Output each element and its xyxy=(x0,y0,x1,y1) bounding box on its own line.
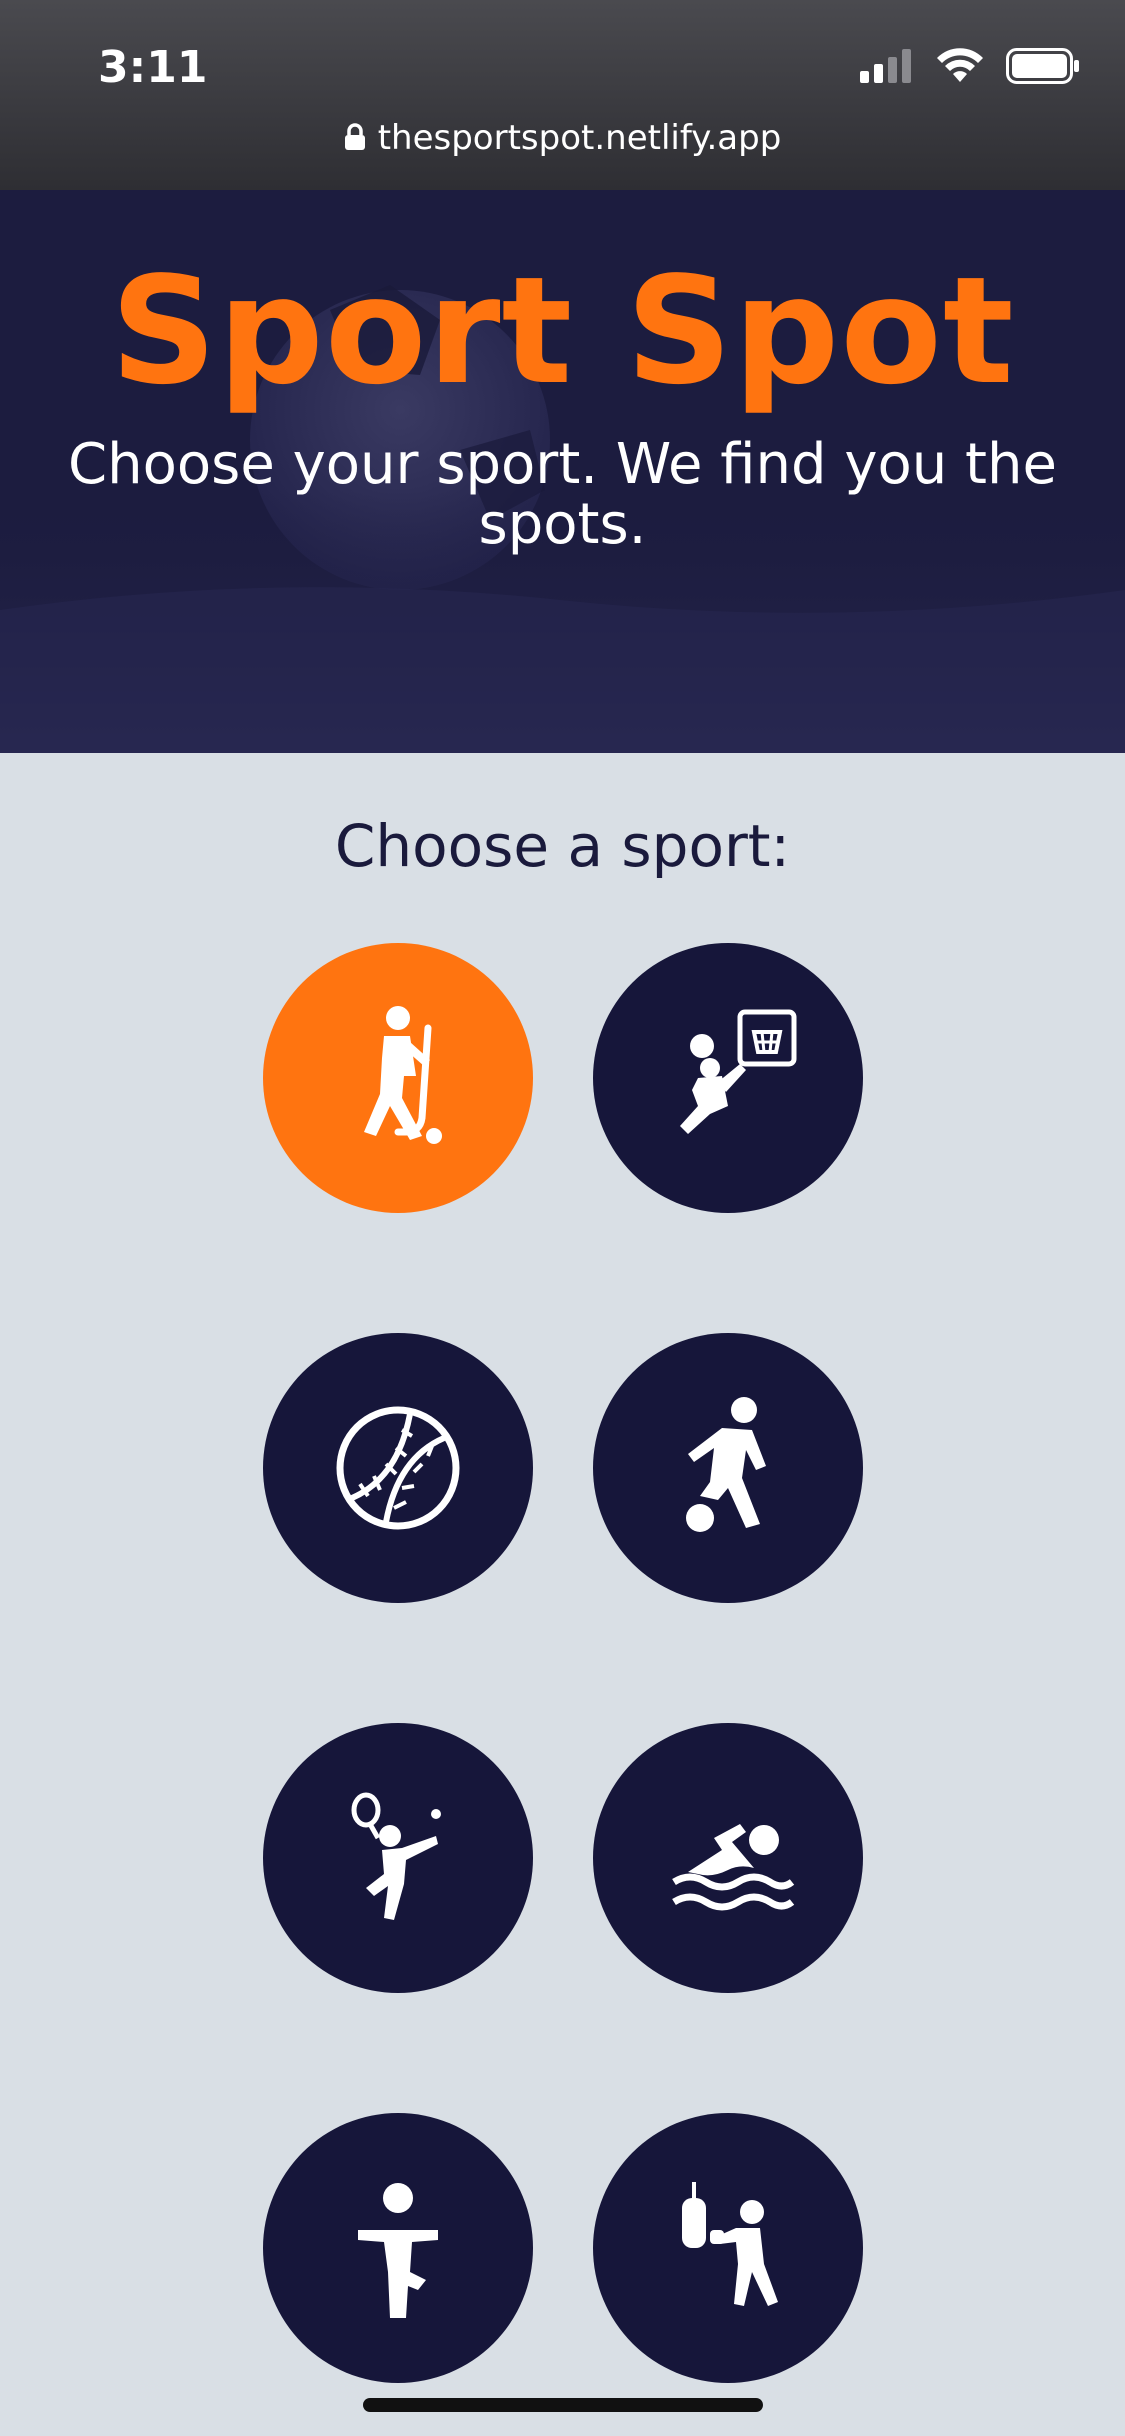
choose-sport-heading: Choose a sport: xyxy=(334,812,791,880)
swimming-icon xyxy=(672,1824,795,1911)
sport-button-baseball[interactable] xyxy=(263,1333,533,1603)
tennis-icon xyxy=(351,1792,441,1920)
browser-top-bar: 3:11 thesportspot.netlify.app xyxy=(0,0,1125,190)
sport-button-tennis[interactable] xyxy=(263,1723,533,1993)
cellular-signal-icon xyxy=(860,49,911,83)
boxing-icon xyxy=(682,2182,778,2306)
field-hockey-icon xyxy=(364,1006,442,1144)
sport-button-field-hockey[interactable] xyxy=(263,943,533,1213)
baseball-icon xyxy=(336,1406,460,1530)
sport-button-swimming[interactable] xyxy=(593,1723,863,1993)
wifi-icon xyxy=(937,48,983,82)
sport-button-basketball[interactable] xyxy=(593,943,863,1213)
hero-banner: Sport Spot Choose your sport. We find yo… xyxy=(0,190,1125,753)
url-text: thesportspot.netlify.app xyxy=(377,118,782,158)
battery-icon xyxy=(1006,48,1079,84)
hero-title: Sport Spot xyxy=(110,245,1015,417)
sport-button-yoga[interactable] xyxy=(263,2113,533,2383)
home-indicator[interactable] xyxy=(363,2398,763,2412)
sport-button-boxing[interactable] xyxy=(593,2113,863,2383)
url-bar[interactable]: thesportspot.netlify.app xyxy=(0,118,1125,158)
basketball-icon xyxy=(680,1009,797,1134)
status-time: 3:11 xyxy=(98,42,208,93)
status-icons xyxy=(860,48,1080,84)
lock-icon xyxy=(344,123,365,150)
soccer-icon xyxy=(686,1397,766,1532)
yoga-icon xyxy=(358,2183,438,2318)
sport-button-soccer[interactable] xyxy=(593,1333,863,1603)
hero-subtitle: Choose your sport. We find you the spots… xyxy=(68,432,1057,557)
